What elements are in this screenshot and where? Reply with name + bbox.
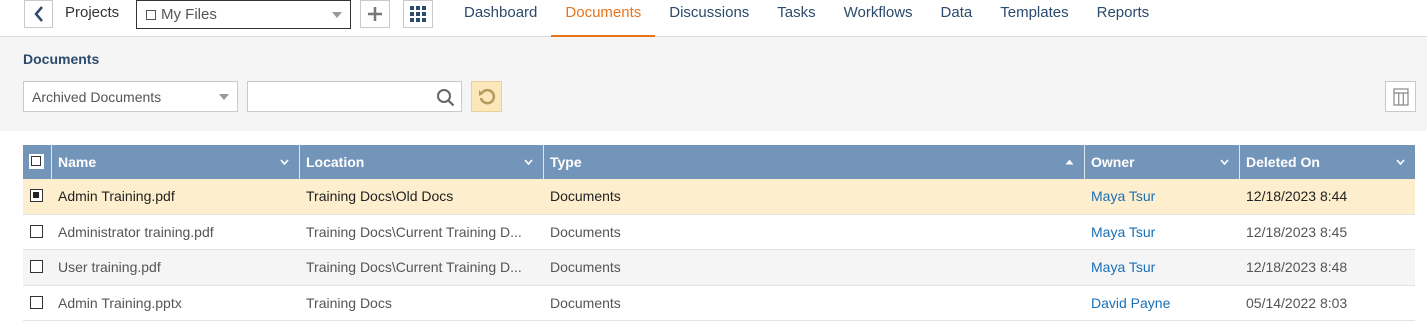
row-select-cell xyxy=(23,179,52,214)
project-selector-value: My Files xyxy=(161,6,217,23)
cell-name[interactable]: User training.pdf xyxy=(52,250,300,285)
column-header-owner[interactable]: Owner xyxy=(1085,145,1240,179)
row-select-cell xyxy=(23,250,52,285)
tab-templates[interactable]: Templates xyxy=(986,0,1082,37)
cell-name[interactable]: Admin Training.pptx xyxy=(52,286,300,321)
cell-owner-link[interactable]: Maya Tsur xyxy=(1085,215,1240,250)
row-checkbox[interactable] xyxy=(30,295,43,309)
table-header: Name Location Type Owner Deleted On xyxy=(23,145,1415,179)
grid-icon xyxy=(410,6,426,22)
table-row[interactable]: Admin Training.pdf Training Docs\Old Doc… xyxy=(23,179,1415,215)
cell-type: Documents xyxy=(550,223,621,240)
column-header-label: Owner xyxy=(1091,154,1135,170)
dropdown-arrow-icon xyxy=(332,12,342,18)
column-header-label: Type xyxy=(550,154,582,170)
tab-tasks[interactable]: Tasks xyxy=(763,0,829,37)
cell-owner-link[interactable]: David Payne xyxy=(1085,286,1240,321)
main-tabs: Dashboard Documents Discussions Tasks Wo… xyxy=(450,0,1164,38)
cell-name[interactable]: Administrator training.pdf xyxy=(52,215,300,250)
table-row[interactable]: Administrator training.pdf Training Docs… xyxy=(23,215,1415,250)
column-header-label: Name xyxy=(58,154,97,170)
cell-type: Documents xyxy=(550,259,621,275)
view-filter-select[interactable]: Archived Documents xyxy=(23,81,238,112)
row-select-cell xyxy=(23,215,52,250)
reset-filters-button[interactable] xyxy=(471,81,502,112)
square-icon xyxy=(146,10,156,20)
search-input[interactable] xyxy=(252,86,432,107)
row-select-cell xyxy=(23,286,52,321)
cell-deleted-on: 12/18/2023 8:48 xyxy=(1246,259,1348,275)
column-header-location[interactable]: Location xyxy=(300,145,544,179)
view-filter-value: Archived Documents xyxy=(32,89,162,105)
chevron-down-icon[interactable] xyxy=(1396,159,1405,165)
documents-toolbar: Documents Archived Documents xyxy=(0,37,1427,131)
cell-deleted-on: 12/18/2023 8:44 xyxy=(1246,188,1348,204)
cell-type: Documents xyxy=(550,188,621,204)
row-checkbox[interactable] xyxy=(30,260,43,273)
select-all-checkbox[interactable] xyxy=(29,154,44,169)
column-header-label: Location xyxy=(306,154,365,170)
cell-owner-link[interactable]: Maya Tsur xyxy=(1085,250,1240,285)
cell-location: Training Docs\Current Training D... xyxy=(306,259,522,275)
tab-reports[interactable]: Reports xyxy=(1083,0,1164,37)
columns-icon xyxy=(1392,87,1409,106)
column-header-deleted-on[interactable]: Deleted On xyxy=(1240,145,1415,179)
top-nav-bar: Projects My Files Dashboard Documents Di… xyxy=(0,0,1427,38)
tab-discussions[interactable]: Discussions xyxy=(655,0,763,37)
tab-data[interactable]: Data xyxy=(927,0,987,37)
tab-documents[interactable]: Documents xyxy=(551,0,656,38)
apps-grid-button[interactable] xyxy=(403,0,433,28)
cell-location: Training Docs xyxy=(306,294,392,311)
chevron-down-icon[interactable] xyxy=(1220,159,1229,165)
column-header-label: Deleted On xyxy=(1246,154,1320,170)
cell-name[interactable]: Admin Training.pdf xyxy=(52,179,300,214)
cell-type: Documents xyxy=(550,294,621,311)
table-row[interactable]: Admin Training.pptx Training Docs Docume… xyxy=(23,286,1415,321)
tab-workflows[interactable]: Workflows xyxy=(830,0,927,37)
projects-link[interactable]: Projects xyxy=(65,4,119,21)
chevron-down-icon[interactable] xyxy=(280,159,289,165)
chevron-down-icon[interactable] xyxy=(524,159,533,165)
cell-location: Training Docs\Old Docs xyxy=(306,188,454,204)
cell-location: Training Docs\Current Training D... xyxy=(306,223,522,240)
row-checkbox[interactable] xyxy=(30,224,43,238)
sort-ascending-icon[interactable] xyxy=(1065,159,1074,165)
back-button[interactable] xyxy=(24,0,53,28)
column-chooser-button[interactable] xyxy=(1385,81,1416,112)
chevron-left-icon xyxy=(33,6,43,22)
tab-dashboard[interactable]: Dashboard xyxy=(450,0,551,37)
dropdown-arrow-icon xyxy=(219,94,229,100)
add-button[interactable] xyxy=(360,0,390,28)
table-row[interactable]: User training.pdf Training Docs\Current … xyxy=(23,250,1415,286)
refresh-icon xyxy=(478,88,495,104)
column-header-name[interactable]: Name xyxy=(52,145,300,179)
select-all-cell xyxy=(23,145,52,179)
cell-owner-link[interactable]: Maya Tsur xyxy=(1085,179,1240,214)
row-checkbox[interactable] xyxy=(30,189,43,202)
documents-table: Name Location Type Owner Deleted On Admi… xyxy=(23,145,1415,321)
search-box xyxy=(247,81,462,112)
project-selector[interactable]: My Files xyxy=(136,0,351,29)
cell-deleted-on: 12/18/2023 8:45 xyxy=(1246,223,1348,240)
section-title: Documents xyxy=(23,51,100,67)
column-header-type[interactable]: Type xyxy=(544,145,1085,179)
cell-deleted-on: 05/14/2022 8:03 xyxy=(1246,294,1348,311)
search-icon[interactable] xyxy=(436,88,455,110)
plus-icon xyxy=(368,7,382,21)
